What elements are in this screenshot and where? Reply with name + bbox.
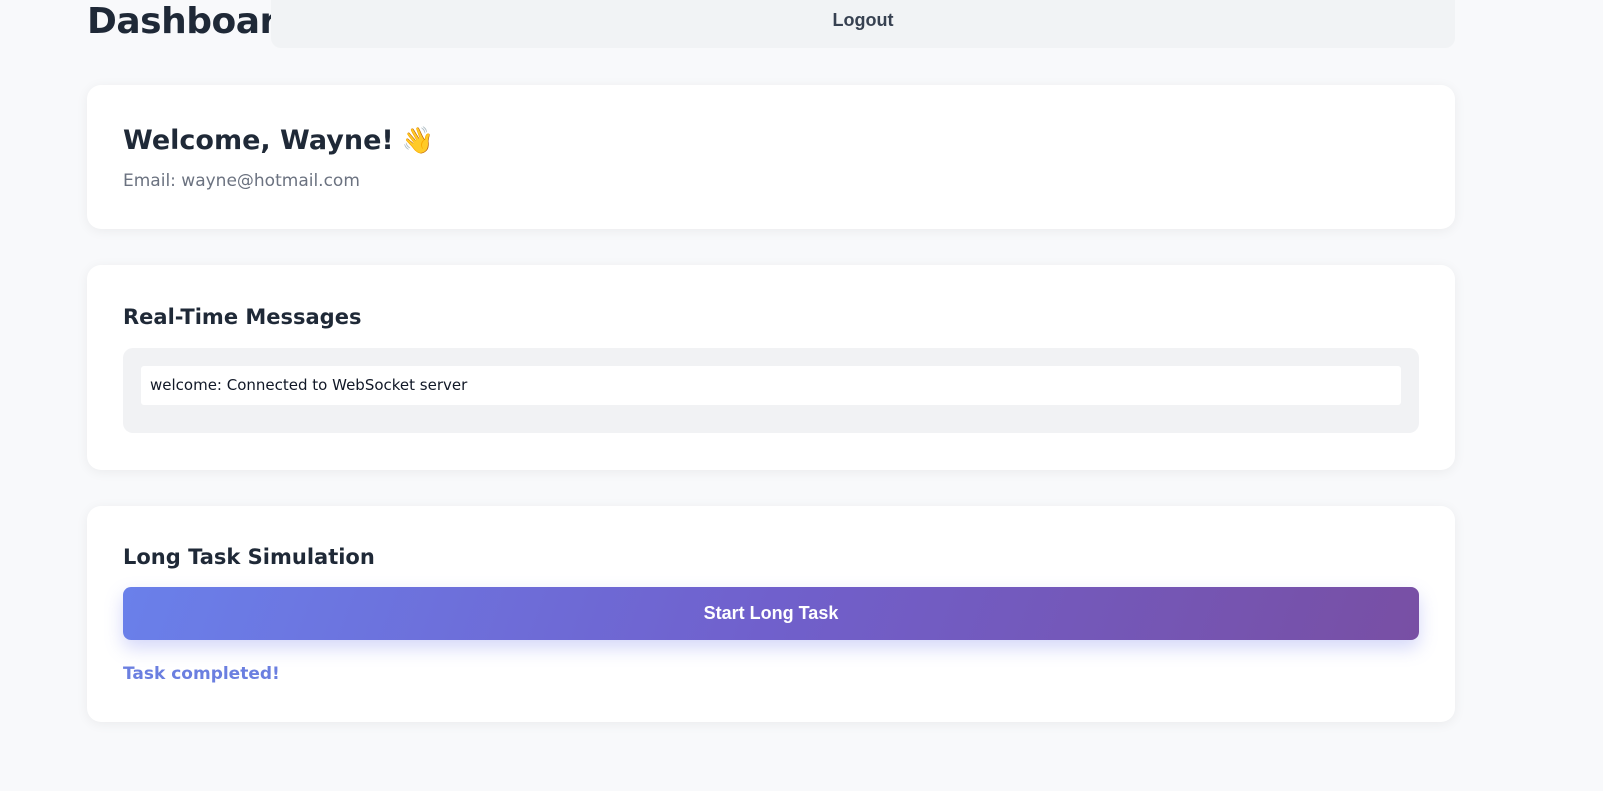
messages-list: welcome: Connected to WebSocket server [123,348,1419,433]
header: Dashboard Logout [87,0,1455,48]
messages-card: Real-Time Messages welcome: Connected to… [87,265,1455,470]
welcome-greeting: Welcome, Wayne! [123,125,394,156]
dashboard-page: Dashboard Logout Welcome, Wayne! 👋 Email:… [0,0,1603,791]
messages-title: Real-Time Messages [123,305,362,329]
page-title: Dashboard [87,1,303,42]
welcome-heading: Welcome, Wayne! 👋 [123,123,434,159]
waving-hand-icon: 👋 [401,126,435,156]
message-item: welcome: Connected to WebSocket server [141,366,1401,405]
user-email: Email: wayne@hotmail.com [123,171,360,191]
task-card: Long Task Simulation Start Long Task Tas… [87,506,1455,722]
welcome-card: Welcome, Wayne! 👋 Email: wayne@hotmail.co… [87,85,1455,229]
task-title: Long Task Simulation [123,545,375,569]
start-long-task-button[interactable]: Start Long Task [123,587,1419,640]
logout-button[interactable]: Logout [271,0,1455,48]
task-status: Task completed! [123,664,280,684]
